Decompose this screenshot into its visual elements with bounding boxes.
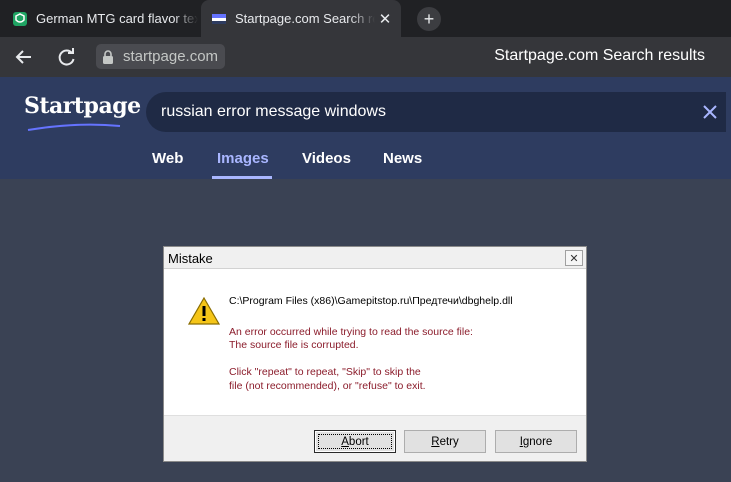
- startpage-flag-icon: [212, 13, 226, 24]
- active-nav-indicator: [212, 176, 272, 179]
- tab-startpage[interactable]: Startpage.com Search results ✕: [201, 0, 401, 37]
- tab-mtg[interactable]: German MTG card flavor text: [0, 0, 198, 37]
- tab-strip: German MTG card flavor text Startpage.co…: [0, 0, 731, 37]
- abort-button: Abort: [314, 430, 396, 453]
- search-input[interactable]: russian error message windows: [161, 103, 386, 121]
- retry-button: Retry: [404, 430, 486, 453]
- browser-toolbar: startpage.com Startpage.com Search resul…: [0, 37, 731, 77]
- ignore-label: gnore: [522, 435, 553, 448]
- dialog-title: Mistake: [168, 251, 213, 266]
- error-line-4: file (not recommended), or "refuse" to e…: [229, 380, 426, 392]
- clear-search-icon[interactable]: [703, 105, 717, 119]
- warning-icon: [188, 297, 220, 325]
- back-arrow-icon[interactable]: [12, 45, 36, 69]
- nav-images[interactable]: Images: [217, 150, 269, 167]
- nav-videos[interactable]: Videos: [302, 150, 351, 167]
- tab-title: German MTG card flavor text: [36, 11, 198, 26]
- page-title: Startpage.com Search results: [494, 47, 705, 64]
- search-button-edge[interactable]: [726, 92, 731, 132]
- new-tab-button[interactable]: +: [417, 7, 441, 31]
- focus-rect: [318, 434, 392, 449]
- search-box[interactable]: russian error message windows: [146, 92, 731, 132]
- url-text: startpage.com: [123, 48, 219, 65]
- retry-label: etry: [439, 435, 459, 448]
- dialog-file-path: C:\Program Files (x86)\Gamepitstop.ru\Пр…: [229, 295, 513, 307]
- address-bar[interactable]: startpage.com: [96, 44, 226, 69]
- logo-swoosh: [27, 123, 121, 131]
- dialog-titlebar: Mistake ✕: [164, 247, 586, 269]
- error-line-1: An error occurred while trying to read t…: [229, 326, 473, 338]
- ignore-button: Ignore: [495, 430, 577, 453]
- dialog-close-icon: ✕: [565, 250, 583, 266]
- reload-icon[interactable]: [55, 45, 79, 69]
- tab-title: Startpage.com Search results: [235, 11, 375, 26]
- dialog-button-bar: Abort Retry Ignore: [164, 415, 586, 461]
- nav-web[interactable]: Web: [152, 150, 183, 167]
- nav-news[interactable]: News: [383, 150, 422, 167]
- error-line-3: Click "repeat" to repeat, "Skip" to skip…: [229, 366, 421, 378]
- plus-icon: +: [423, 9, 435, 29]
- retry-mnemonic: R: [431, 435, 440, 448]
- error-dialog-image[interactable]: Mistake ✕ C:\Program Files (x86)\Gamepit…: [163, 246, 587, 462]
- close-tab-icon[interactable]: ✕: [375, 9, 395, 29]
- error-line-2: The source file is corrupted.: [229, 339, 359, 351]
- startpage-logo[interactable]: Startpage: [24, 93, 141, 119]
- green-shield-icon: [13, 11, 27, 26]
- lock-icon: [103, 49, 113, 64]
- startpage-header: Startpage russian error message windows …: [0, 77, 731, 179]
